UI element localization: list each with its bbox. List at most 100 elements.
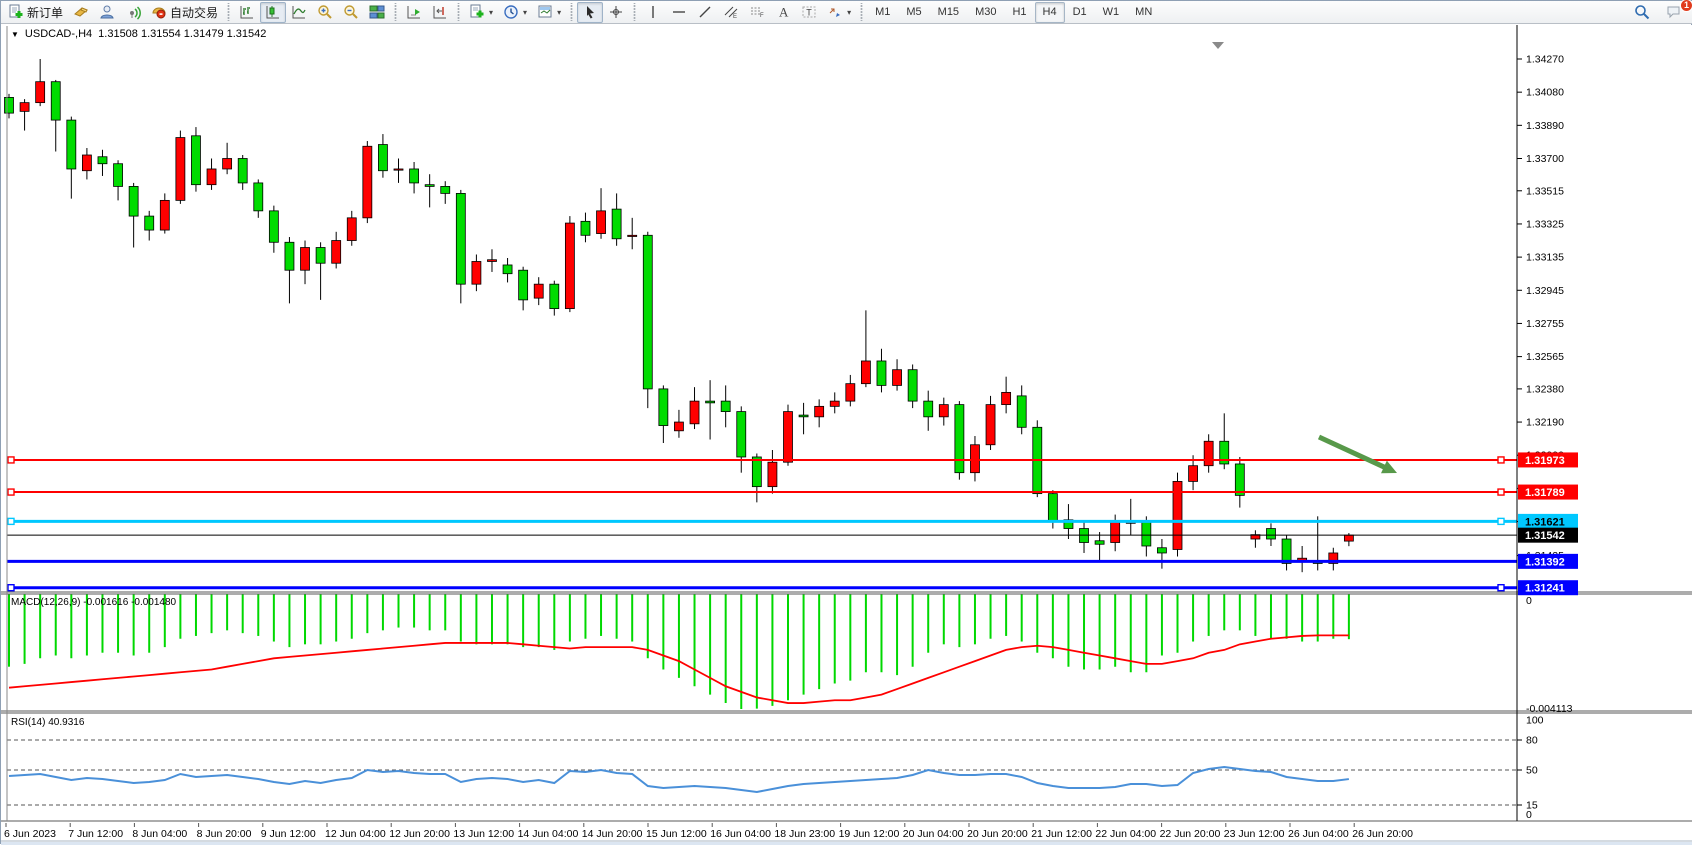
- hline-anchor[interactable]: [8, 489, 14, 495]
- candle: [1189, 466, 1198, 482]
- time-tick-label: 19 Jun 12:00: [839, 828, 900, 840]
- candle: [1048, 494, 1057, 522]
- tile-windows-button[interactable]: [364, 2, 390, 23]
- line-chart-mode-button[interactable]: [286, 2, 312, 23]
- vertical-line-button[interactable]: [640, 2, 666, 23]
- periods-button[interactable]: ▾: [498, 2, 532, 23]
- community-button[interactable]: 1: [1661, 2, 1687, 23]
- time-tick-label: 26 Jun 20:00: [1352, 828, 1413, 840]
- autotrading-button[interactable]: 自动交易: [146, 2, 223, 23]
- arrows-button[interactable]: ▾: [822, 2, 856, 23]
- autotrading-icon: [151, 4, 167, 20]
- timeframe-button-h4[interactable]: H4: [1035, 2, 1065, 23]
- dropdown-arrow-icon[interactable]: ▾: [557, 8, 561, 17]
- candle: [472, 261, 481, 284]
- gold-chisel-button[interactable]: [68, 2, 94, 23]
- candle: [332, 241, 341, 264]
- candle: [924, 401, 933, 417]
- main-toolbar: 新订单 自动交易 ▾ ▾ ▾ EFA T ▾ M1M5M15M30H1H4D1W1MN 1: [1, 1, 1692, 24]
- price-tick-label: 1.33515: [1526, 185, 1564, 197]
- signals-button[interactable]: [120, 2, 146, 23]
- candle: [550, 284, 559, 308]
- new-order-button[interactable]: 新订单: [3, 2, 68, 23]
- hline-anchor[interactable]: [1498, 518, 1504, 524]
- hline-anchor[interactable]: [1498, 585, 1504, 591]
- text-icon: A: [775, 4, 791, 20]
- bar-chart-mode-button[interactable]: [234, 2, 260, 23]
- candle: [20, 103, 29, 112]
- zoom-out-icon: [343, 4, 359, 20]
- svg-text:T: T: [806, 8, 812, 18]
- svg-text:A: A: [779, 5, 789, 20]
- candle: [1017, 396, 1026, 427]
- templates-button[interactable]: ▾: [532, 2, 566, 23]
- candle: [939, 405, 948, 417]
- text-label-button[interactable]: T: [796, 2, 822, 23]
- candle: [5, 97, 14, 113]
- time-tick-label: 20 Jun 04:00: [903, 828, 964, 840]
- clock-icon: [503, 4, 519, 20]
- dropdown-arrow-icon[interactable]: ▾: [489, 8, 493, 17]
- price-tick-label: 1.34080: [1526, 87, 1564, 99]
- candle: [534, 284, 543, 298]
- time-tick-label: 22 Jun 20:00: [1160, 828, 1221, 840]
- candle: [565, 223, 574, 309]
- candle: [1266, 529, 1275, 539]
- timeframe-button-m5[interactable]: M5: [898, 2, 929, 23]
- tile-windows-icon: [369, 4, 385, 20]
- candle: [425, 185, 434, 187]
- candlestick-mode-button[interactable]: [260, 2, 286, 23]
- candle: [347, 218, 356, 241]
- chart-shift-button[interactable]: [427, 2, 453, 23]
- hline-anchor[interactable]: [8, 518, 14, 524]
- timeframe-button-w1[interactable]: W1: [1095, 2, 1128, 23]
- horizontal-line-button[interactable]: [666, 2, 692, 23]
- text-button[interactable]: A: [770, 2, 796, 23]
- crosshair-button[interactable]: [603, 2, 629, 23]
- candle: [441, 186, 450, 193]
- candle: [1095, 541, 1104, 544]
- hline-anchor[interactable]: [1498, 457, 1504, 463]
- cursor-button[interactable]: [577, 2, 603, 23]
- indicators-button[interactable]: ▾: [464, 2, 498, 23]
- search-button[interactable]: [1629, 2, 1655, 23]
- timeframe-button-mn[interactable]: MN: [1127, 2, 1160, 23]
- fibonacci-button[interactable]: F: [744, 2, 770, 23]
- hline-anchor[interactable]: [1498, 489, 1504, 495]
- profile-button[interactable]: [94, 2, 120, 23]
- chart-title-row: ▼ USDCAD-,H4 1.31508 1.31554 1.31479 1.3…: [11, 28, 266, 40]
- channel-button[interactable]: E: [718, 2, 744, 23]
- toolbar-separator: [568, 3, 575, 21]
- trendline-button[interactable]: [692, 2, 718, 23]
- candle: [986, 405, 995, 445]
- dropdown-arrow-icon[interactable]: ▾: [847, 8, 851, 17]
- price-tick-label: 1.33135: [1526, 252, 1564, 264]
- timeframe-button-d1[interactable]: D1: [1065, 2, 1095, 23]
- candle: [503, 265, 512, 274]
- hline-anchor[interactable]: [8, 585, 14, 591]
- timeframe-button-m1[interactable]: M1: [867, 2, 898, 23]
- chart-menu-arrow-icon[interactable]: ▼: [11, 30, 19, 39]
- dropdown-arrow-icon[interactable]: ▾: [523, 8, 527, 17]
- candle: [628, 235, 637, 236]
- zoom-out-button[interactable]: [338, 2, 364, 23]
- candle: [612, 209, 621, 239]
- timeframe-button-m30[interactable]: M30: [967, 2, 1004, 23]
- candle: [706, 401, 715, 403]
- time-tick-label: 14 Jun 20:00: [582, 828, 643, 840]
- candle: [129, 186, 138, 216]
- chart-area[interactable]: MACD(12,26,9) -0.001616 -0.001480RSI(14)…: [1, 1, 1692, 845]
- candle: [98, 157, 107, 164]
- rsi-axis-label: 0: [1526, 809, 1532, 821]
- hline-anchor[interactable]: [8, 457, 14, 463]
- candle: [721, 401, 730, 411]
- candle: [363, 146, 372, 218]
- candle: [254, 183, 263, 211]
- notification-badge: 1: [1680, 0, 1692, 12]
- timeframe-button-m15[interactable]: M15: [930, 2, 967, 23]
- zoom-in-button[interactable]: [312, 2, 338, 23]
- timeframe-button-h1[interactable]: H1: [1004, 2, 1034, 23]
- auto-scroll-button[interactable]: [401, 2, 427, 23]
- candle: [82, 155, 91, 171]
- candle: [815, 406, 824, 416]
